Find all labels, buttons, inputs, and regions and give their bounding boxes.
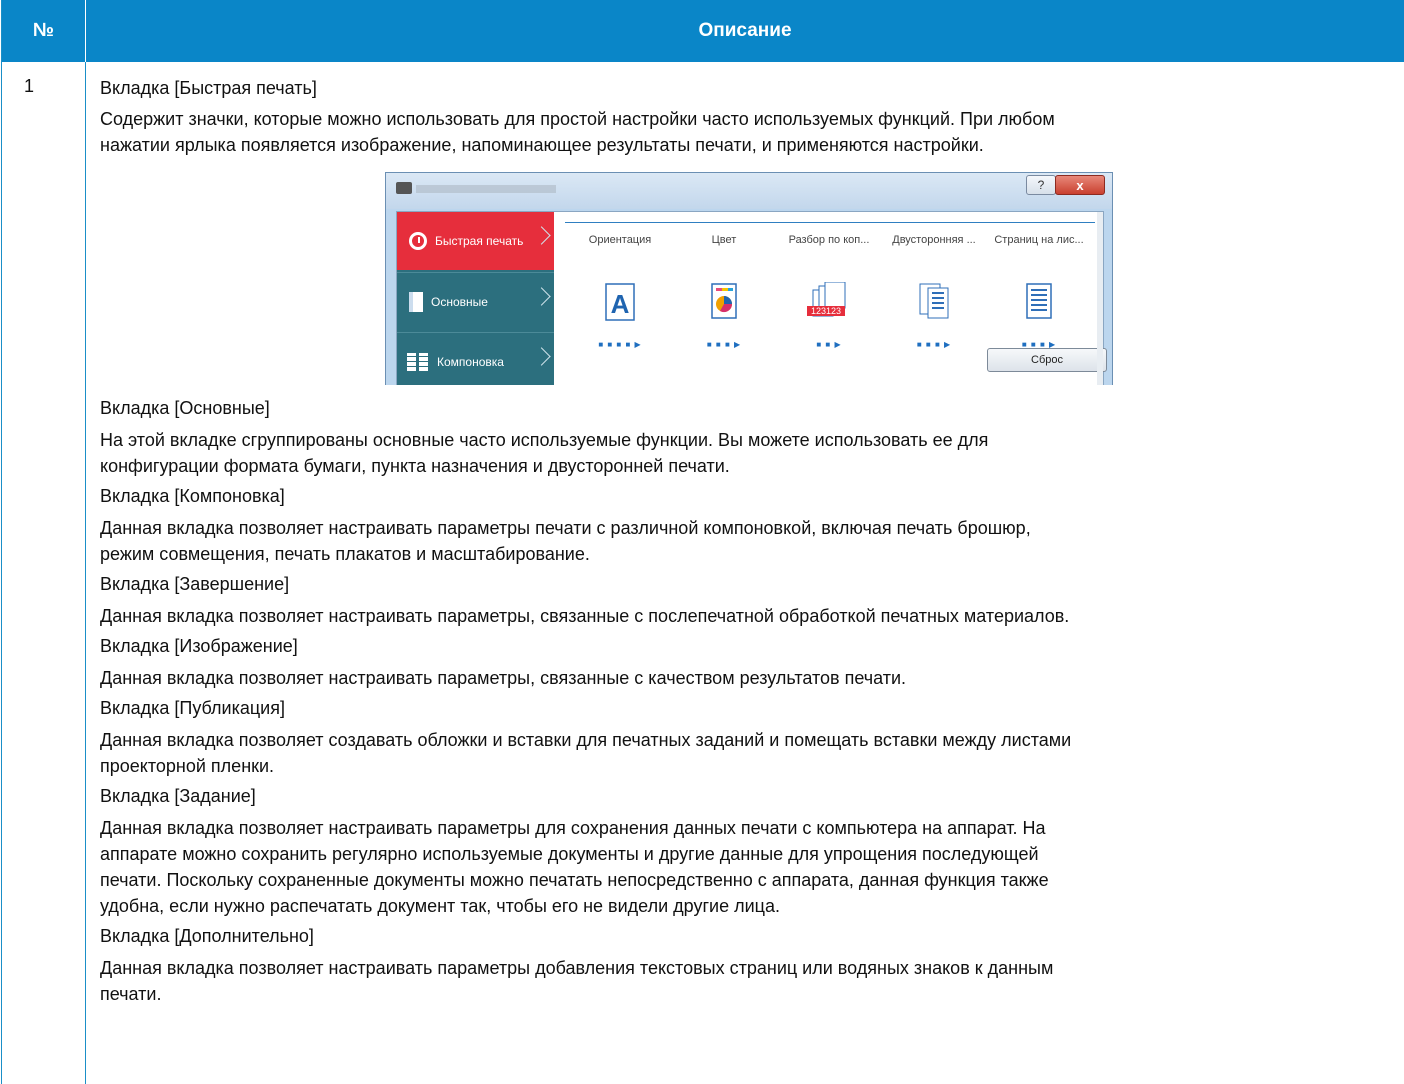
column-label-color: Цвет <box>711 234 737 246</box>
option-dots-indicator: ■ ■ ■ ■ ▶ <box>598 340 642 349</box>
option-dots-indicator: ■ ■ ▶ <box>816 340 842 349</box>
column-label-orientation: Ориентация <box>588 234 652 246</box>
tab-underline <box>565 222 1095 223</box>
chevron-right-icon <box>532 226 551 245</box>
orientation-icon[interactable]: A <box>570 282 670 322</box>
paragraph-line: На этой вкладке сгруппированы основные ч… <box>100 430 989 450</box>
sidebar-item-basic[interactable]: Основные <box>397 272 554 331</box>
chevron-right-icon <box>532 287 551 306</box>
tab-heading-job: Вкладка [Задание] <box>100 786 256 806</box>
table-header: № Описание <box>2 0 1404 62</box>
dialog-body: Быстрая печать Основные Компоновка Ориен… <box>396 211 1107 385</box>
paragraph-line: удобна, если нужно распечатать документ … <box>100 896 780 916</box>
sidebar-item-quick-print[interactable]: Быстрая печать <box>397 212 554 270</box>
paragraph-line: печати. <box>100 984 162 1004</box>
tab-heading-imaging: Вкладка [Изображение] <box>100 636 298 656</box>
description-table: № Описание 1 Вкладка [Быстрая печать] Со… <box>1 0 1404 1084</box>
tab-heading-layout: Вкладка [Компоновка] <box>100 486 285 506</box>
option-dots-indicator: ■ ■ ■ ▶ <box>706 340 742 349</box>
collate-icon-text: 123123 <box>811 306 841 316</box>
tab-heading-publishing: Вкладка [Публикация] <box>100 698 285 718</box>
paragraph-line: конфигурации формата бумаги, пункта назн… <box>100 456 730 476</box>
reset-button[interactable]: Сброс <box>987 348 1107 372</box>
page-icon <box>409 292 423 312</box>
dialog-title-blurred <box>416 185 556 193</box>
header-description: Описание <box>698 20 792 41</box>
paragraph-line: Данная вкладка позволяет настраивать пар… <box>100 518 1031 538</box>
paragraph-line: Содержит значки, которые можно использов… <box>100 109 1055 129</box>
column-divider <box>85 62 86 1084</box>
paragraph-line: Данная вкладка позволяет настраивать пар… <box>100 606 1070 626</box>
dialog-sidebar: Быстрая печать Основные Компоновка <box>397 212 554 385</box>
printer-dialog-screenshot: ? x Быстрая печать Основные Компоновка О… <box>385 172 1113 385</box>
stopwatch-icon <box>409 232 427 250</box>
sidebar-item-layout[interactable]: Компоновка <box>397 332 554 385</box>
tab-heading-finishing: Вкладка [Завершение] <box>100 574 290 594</box>
option-dots-indicator: ■ ■ ■ ▶ <box>916 340 952 349</box>
column-label-pages-per-sheet: Страниц на лис... <box>994 234 1084 246</box>
dialog-scrollbar[interactable] <box>1097 212 1103 385</box>
orientation-icon-letter: A <box>611 289 630 319</box>
paragraph-line: проекторной пленки. <box>100 756 275 776</box>
collate-icon[interactable]: 123123 <box>779 281 879 322</box>
color-icon[interactable] <box>674 282 774 322</box>
printer-icon <box>396 182 412 194</box>
paragraph-line: Данная вкладка позволяет настраивать пар… <box>100 958 1054 978</box>
paragraph-line: режим совмещения, печать плакатов и масш… <box>100 544 590 564</box>
paragraph-line: нажатии ярлыка появляется изображение, н… <box>100 135 984 155</box>
duplex-icon[interactable] <box>884 282 984 322</box>
column-label-duplex: Двусторонняя ... <box>892 234 976 246</box>
paragraph-line: Данная вкладка позволяет настраивать пар… <box>100 668 907 688</box>
chevron-right-icon <box>532 347 551 366</box>
tab-heading-advanced: Вкладка [Дополнительно] <box>100 926 314 946</box>
paragraph-line: Данная вкладка позволяет настраивать пар… <box>100 818 1046 838</box>
layout-grid-icon <box>407 353 429 371</box>
sidebar-item-label: Быстрая печать <box>435 234 524 248</box>
paragraph-line: печати. Поскольку сохраненные документы … <box>100 870 1049 890</box>
close-button[interactable]: x <box>1055 175 1105 195</box>
tab-heading-basic: Вкладка [Основные] <box>100 398 270 418</box>
tab-heading-quick-print: Вкладка [Быстрая печать] <box>100 78 317 98</box>
row-number: 1 <box>24 76 35 96</box>
sidebar-item-label: Основные <box>431 295 488 309</box>
sidebar-item-label: Компоновка <box>437 355 504 369</box>
paragraph-line: Данная вкладка позволяет создавать облож… <box>100 730 1072 750</box>
help-button[interactable]: ? <box>1026 175 1056 195</box>
column-label-collate: Разбор по коп... <box>788 234 870 246</box>
header-number: № <box>2 0 86 62</box>
dialog-title-bar: ? x <box>386 173 1112 209</box>
paragraph-line: аппарате можно сохранить регулярно испол… <box>100 844 1039 864</box>
pages-per-sheet-icon[interactable] <box>989 282 1089 322</box>
